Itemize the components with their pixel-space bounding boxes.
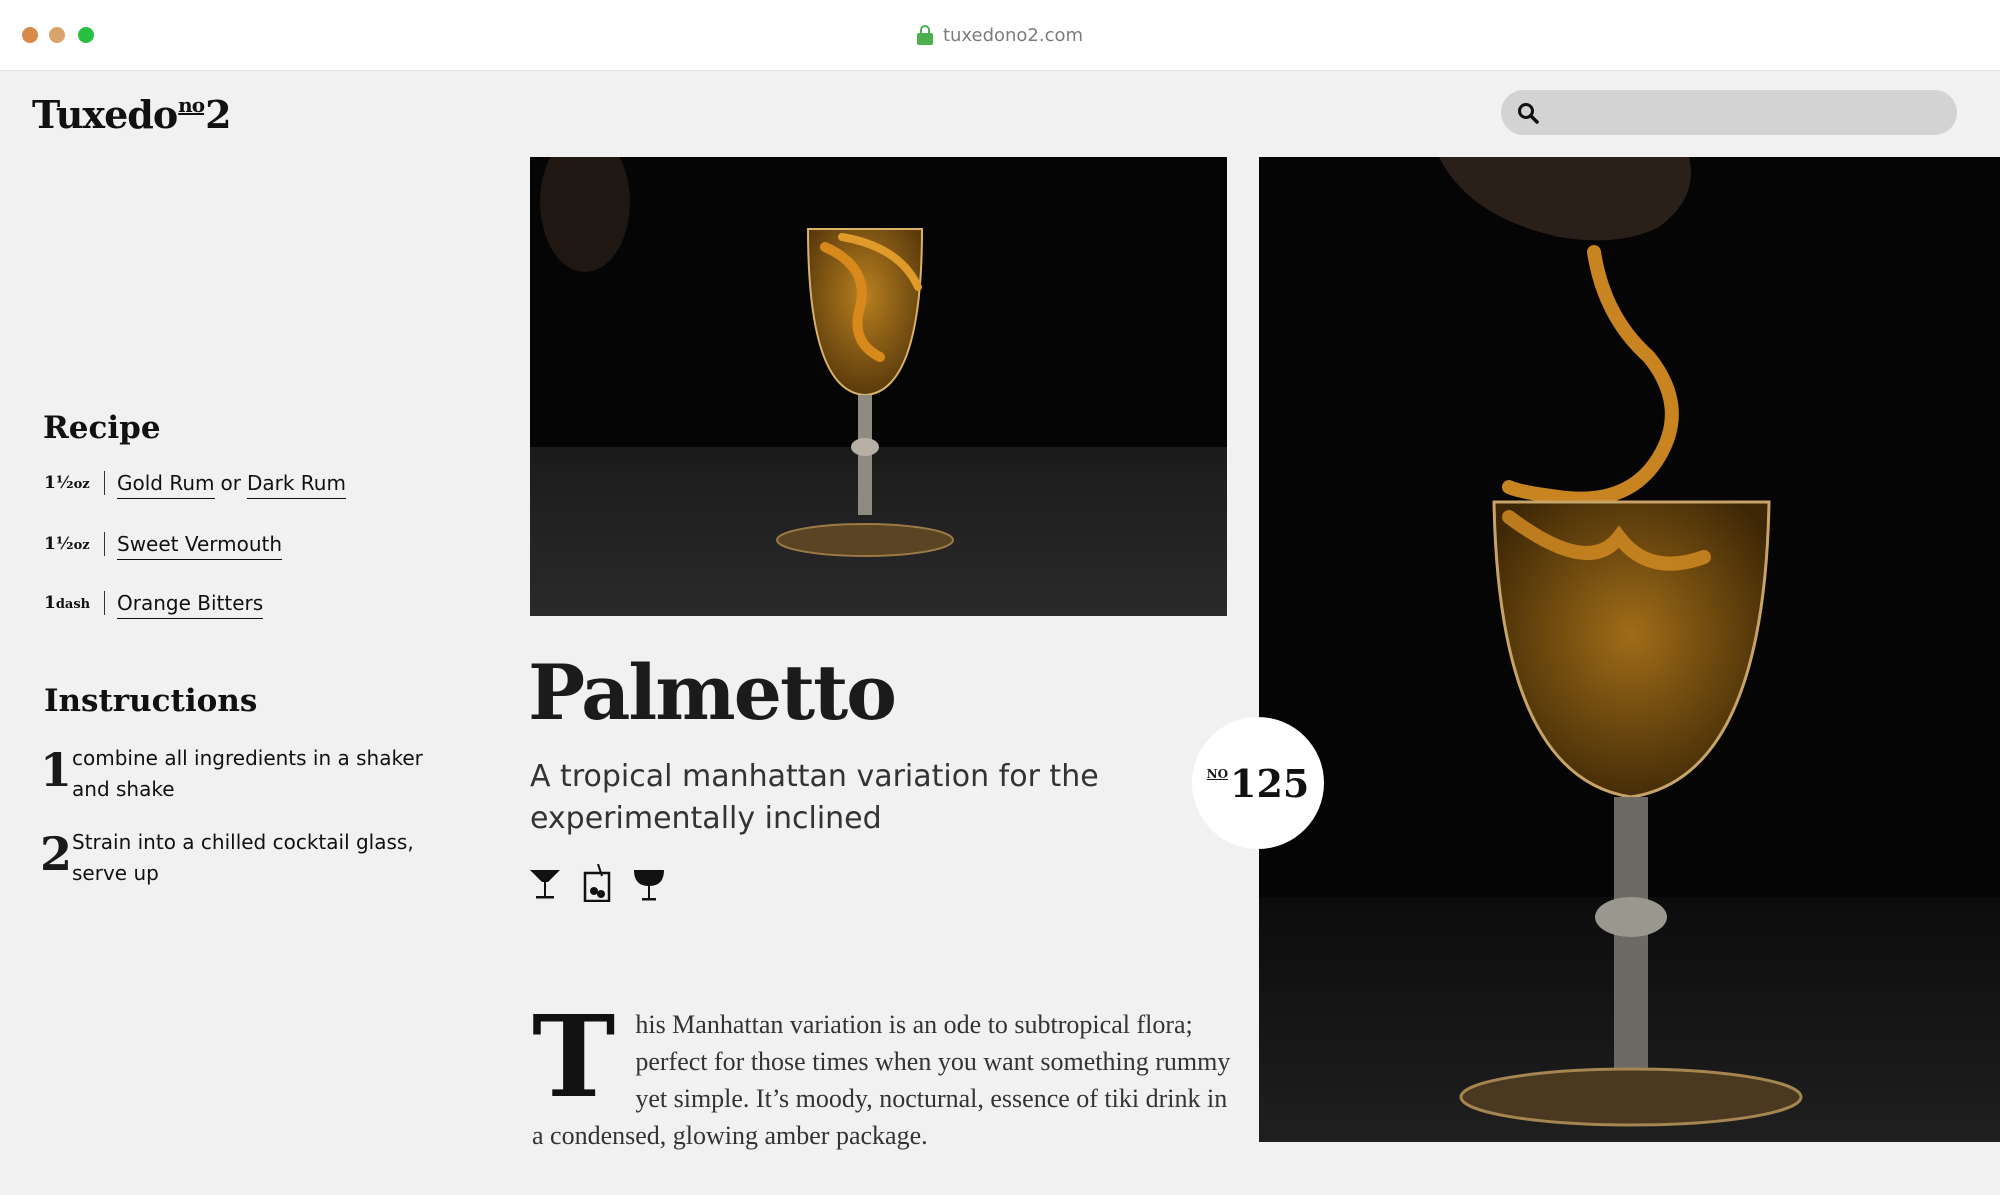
recipe-heading: Recipe	[43, 410, 161, 446]
address-bar[interactable]: tuxedono2.com	[0, 22, 2000, 48]
drink-description: T his Manhattan variation is an ode to s…	[532, 992, 1232, 1154]
step-number: 2	[40, 827, 73, 881]
ingredient-row: 1½oz Gold Rum or Dark Rum	[44, 467, 346, 499]
browser-window: tuxedono2.com Tuxedono2 Recipe 1½oz Gold…	[0, 0, 2000, 1195]
ingredient-link-dark-rum[interactable]: Dark Rum	[246, 471, 346, 499]
cocktail-photo-small	[530, 157, 1227, 616]
step-number: 1	[40, 743, 73, 797]
drink-tagline: A tropical manhattan variation for the e…	[530, 759, 1099, 836]
ingredient-joiner: or	[220, 471, 241, 495]
logo-number: 2	[205, 92, 231, 137]
instruction-step: 1 combine all ingredients in a shaker an…	[40, 743, 430, 805]
search-icon[interactable]	[1517, 102, 1539, 124]
ingredient-amount: 1½oz	[44, 473, 90, 493]
ingredient-names: Orange Bitters	[117, 591, 264, 619]
logo-superscript: no	[178, 93, 205, 117]
ingredient-row: 1dash Orange Bitters	[44, 587, 264, 619]
ingredient-names: Gold Rum or Dark Rum	[117, 471, 346, 499]
coupe-glass-icon[interactable]	[632, 864, 666, 902]
cocktail-glass-icon[interactable]	[528, 864, 562, 902]
ingredient-names: Sweet Vermouth	[117, 532, 283, 560]
ingredient-amount: 1dash	[44, 593, 91, 613]
glassware-icons	[528, 863, 666, 903]
dropcap-letter: T	[532, 992, 616, 1123]
search-bar[interactable]	[1501, 90, 1957, 135]
browser-titlebar: tuxedono2.com	[0, 0, 2000, 71]
site-logo[interactable]: Tuxedono2	[32, 92, 232, 137]
shaker-glass-icon[interactable]	[580, 863, 614, 903]
drink-number: 125	[1230, 760, 1310, 806]
description-text: his Manhattan variation is an ode to sub…	[532, 1010, 1231, 1150]
ingredient-amount: 1½oz	[44, 534, 90, 554]
ingredient-link-gold-rum[interactable]: Gold Rum	[117, 471, 215, 499]
drink-number-badge: NO 125	[1192, 717, 1324, 849]
ingredient-divider	[104, 471, 105, 495]
ingredient-row: 1½oz Sweet Vermouth	[44, 528, 283, 560]
ingredient-link-sweet-vermouth[interactable]: Sweet Vermouth	[117, 532, 283, 560]
instruction-step: 2 Strain into a chilled cocktail glass, …	[40, 827, 430, 889]
step-text: Strain into a chilled cocktail glass, se…	[72, 830, 414, 885]
ingredient-link-orange-bitters[interactable]: Orange Bitters	[117, 591, 264, 619]
search-input[interactable]	[1551, 96, 1945, 131]
ingredient-divider	[104, 532, 105, 556]
drink-title: Palmetto	[528, 648, 897, 737]
cocktail-photo-large	[1259, 157, 2000, 1142]
step-text: combine all ingredients in a shaker and …	[72, 746, 423, 801]
url-text: tuxedono2.com	[942, 24, 1084, 46]
ingredient-divider	[104, 591, 105, 615]
number-prefix: NO	[1206, 767, 1229, 781]
instructions-heading: Instructions	[44, 683, 258, 719]
lock-icon	[916, 25, 933, 45]
logo-main: Tuxedo	[32, 92, 178, 137]
